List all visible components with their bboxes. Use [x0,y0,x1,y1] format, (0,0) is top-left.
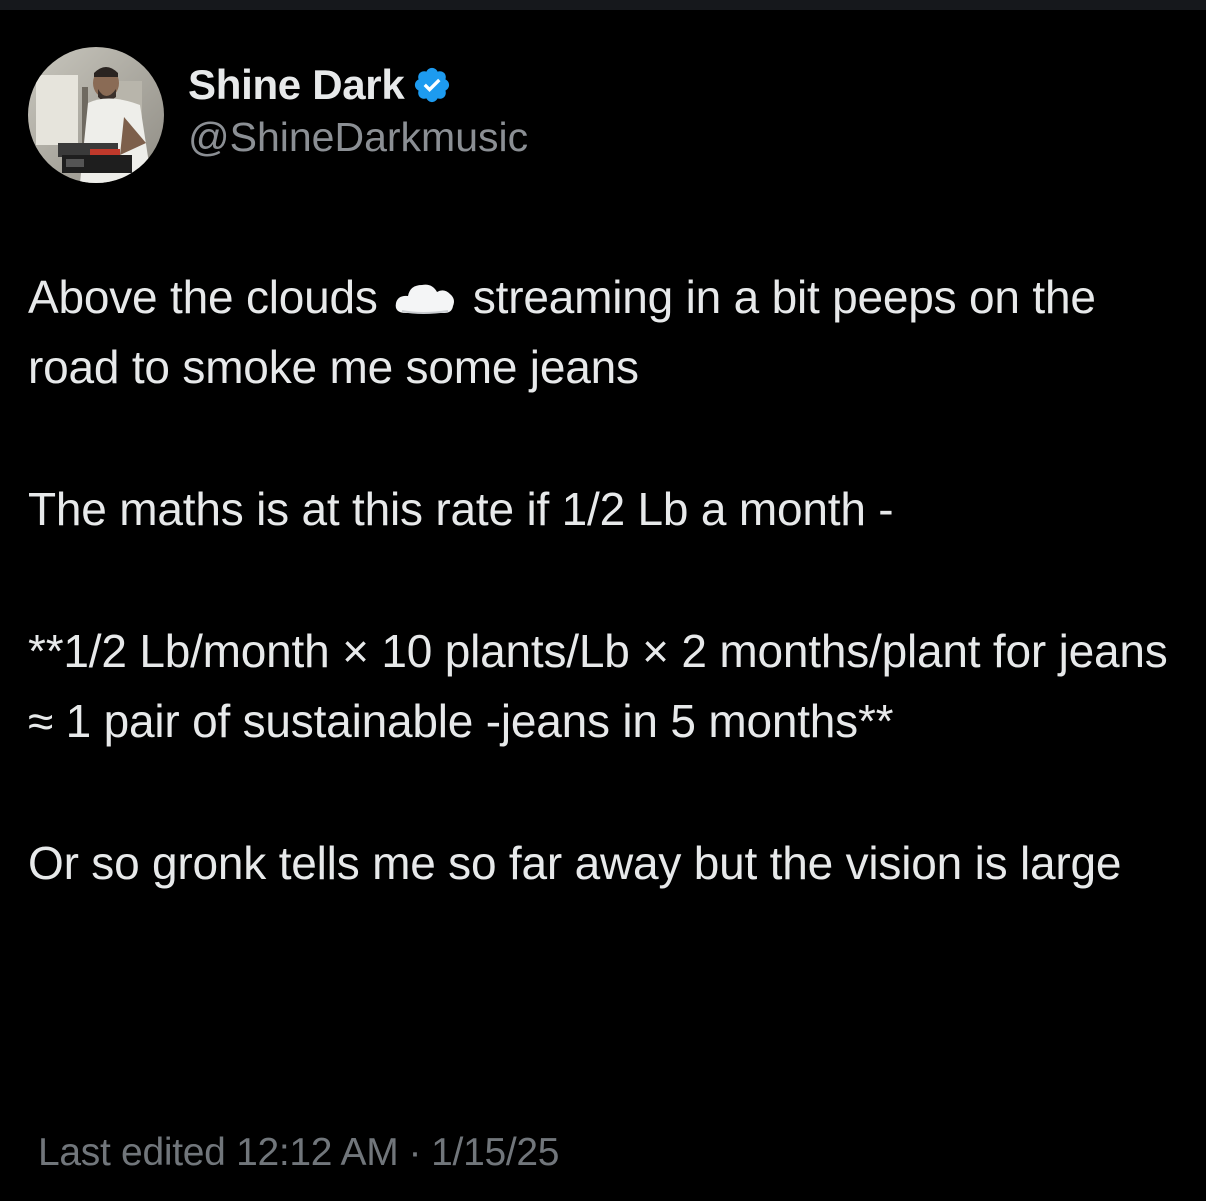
tweet-paragraph-1: Above the clouds streaming in a bit peep… [28,262,1178,402]
tweet-footer: Last edited 12:12 AM · 1/15/25 [38,1128,559,1178]
tweet-paragraph-2: The maths is at this rate if 1/2 Lb a mo… [28,483,894,535]
avatar-photo-icon [28,47,164,183]
tweet-text-segment: Above the clouds [28,271,391,323]
tweet-header: Shine Dark @ShineDarkmusic [28,47,528,183]
tweet-text: Above the clouds streaming in a bit peep… [28,262,1178,898]
author-names: Shine Dark @ShineDarkmusic [188,60,528,162]
edited-label[interactable]: Last edited [38,1131,226,1174]
footer-separator: · [408,1131,422,1174]
user-avatar[interactable] [28,47,164,183]
display-name[interactable]: Shine Dark [188,60,405,110]
tweet-timestamp[interactable]: 12:12 AM [236,1131,399,1174]
cloud-icon [392,266,458,314]
verified-badge-icon[interactable] [412,65,452,105]
tweet-paragraph-3: **1/2 Lb/month × 10 plants/Lb × 2 months… [28,625,1168,747]
tweet-date[interactable]: 1/15/25 [431,1131,559,1174]
user-handle[interactable]: @ShineDarkmusic [188,112,528,162]
top-divider-strip [0,0,1206,10]
tweet-paragraph-4: Or so gronk tells me so far away but the… [28,837,1122,889]
display-name-row[interactable]: Shine Dark [188,60,528,110]
